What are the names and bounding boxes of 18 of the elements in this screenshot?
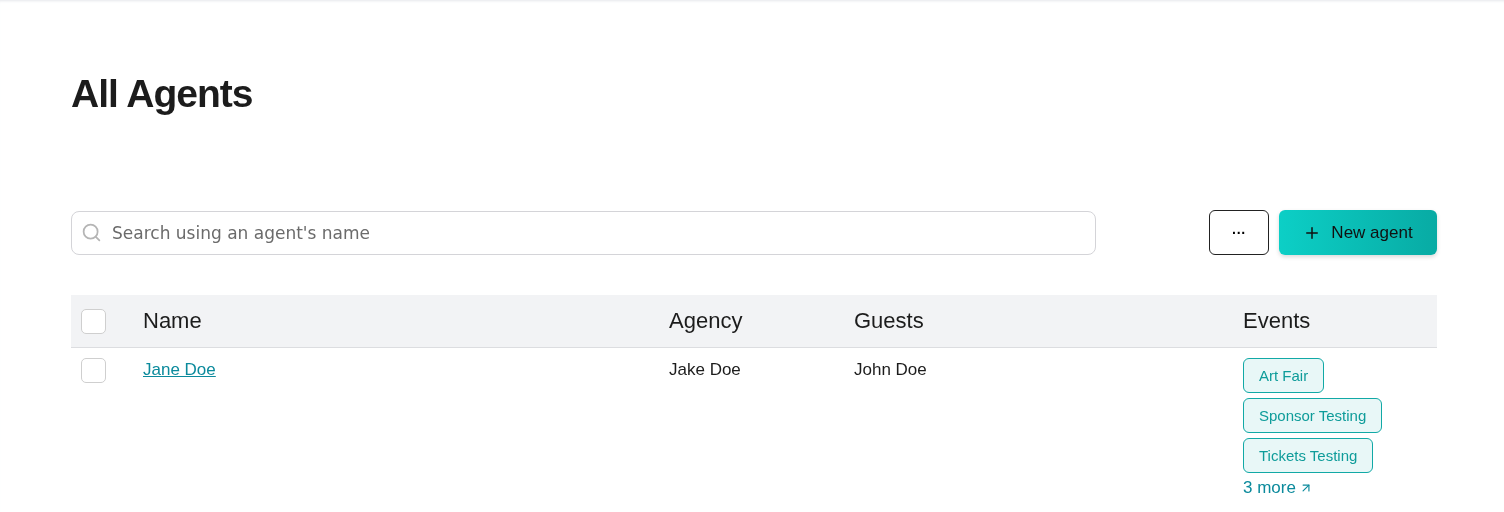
search-icon (81, 221, 102, 243)
page-title: All Agents (71, 72, 254, 117)
event-tag: Tickets Testing (1243, 438, 1374, 473)
new-agent-button[interactable]: New agent (1279, 210, 1437, 255)
agent-name-link[interactable]: Jane Doe (143, 360, 216, 379)
search-field[interactable]: Search using an agent's name (71, 210, 1096, 255)
column-header: Name (143, 308, 202, 334)
column-header: Guests (854, 308, 924, 334)
checkbox[interactable] (81, 308, 106, 334)
agency-text: Jake Doe (669, 360, 741, 379)
column-header: Events (1243, 308, 1311, 334)
checkbox[interactable] (81, 358, 106, 383)
event-tag: Art Fair (1243, 358, 1325, 393)
guests-text: John Doe (854, 360, 927, 379)
event-tag: Sponsor Testing (1243, 398, 1383, 433)
more-button[interactable]: ··· (1209, 210, 1269, 255)
column-header: Agency (669, 308, 743, 334)
more-events-link[interactable]: 3 more (1243, 478, 1313, 498)
